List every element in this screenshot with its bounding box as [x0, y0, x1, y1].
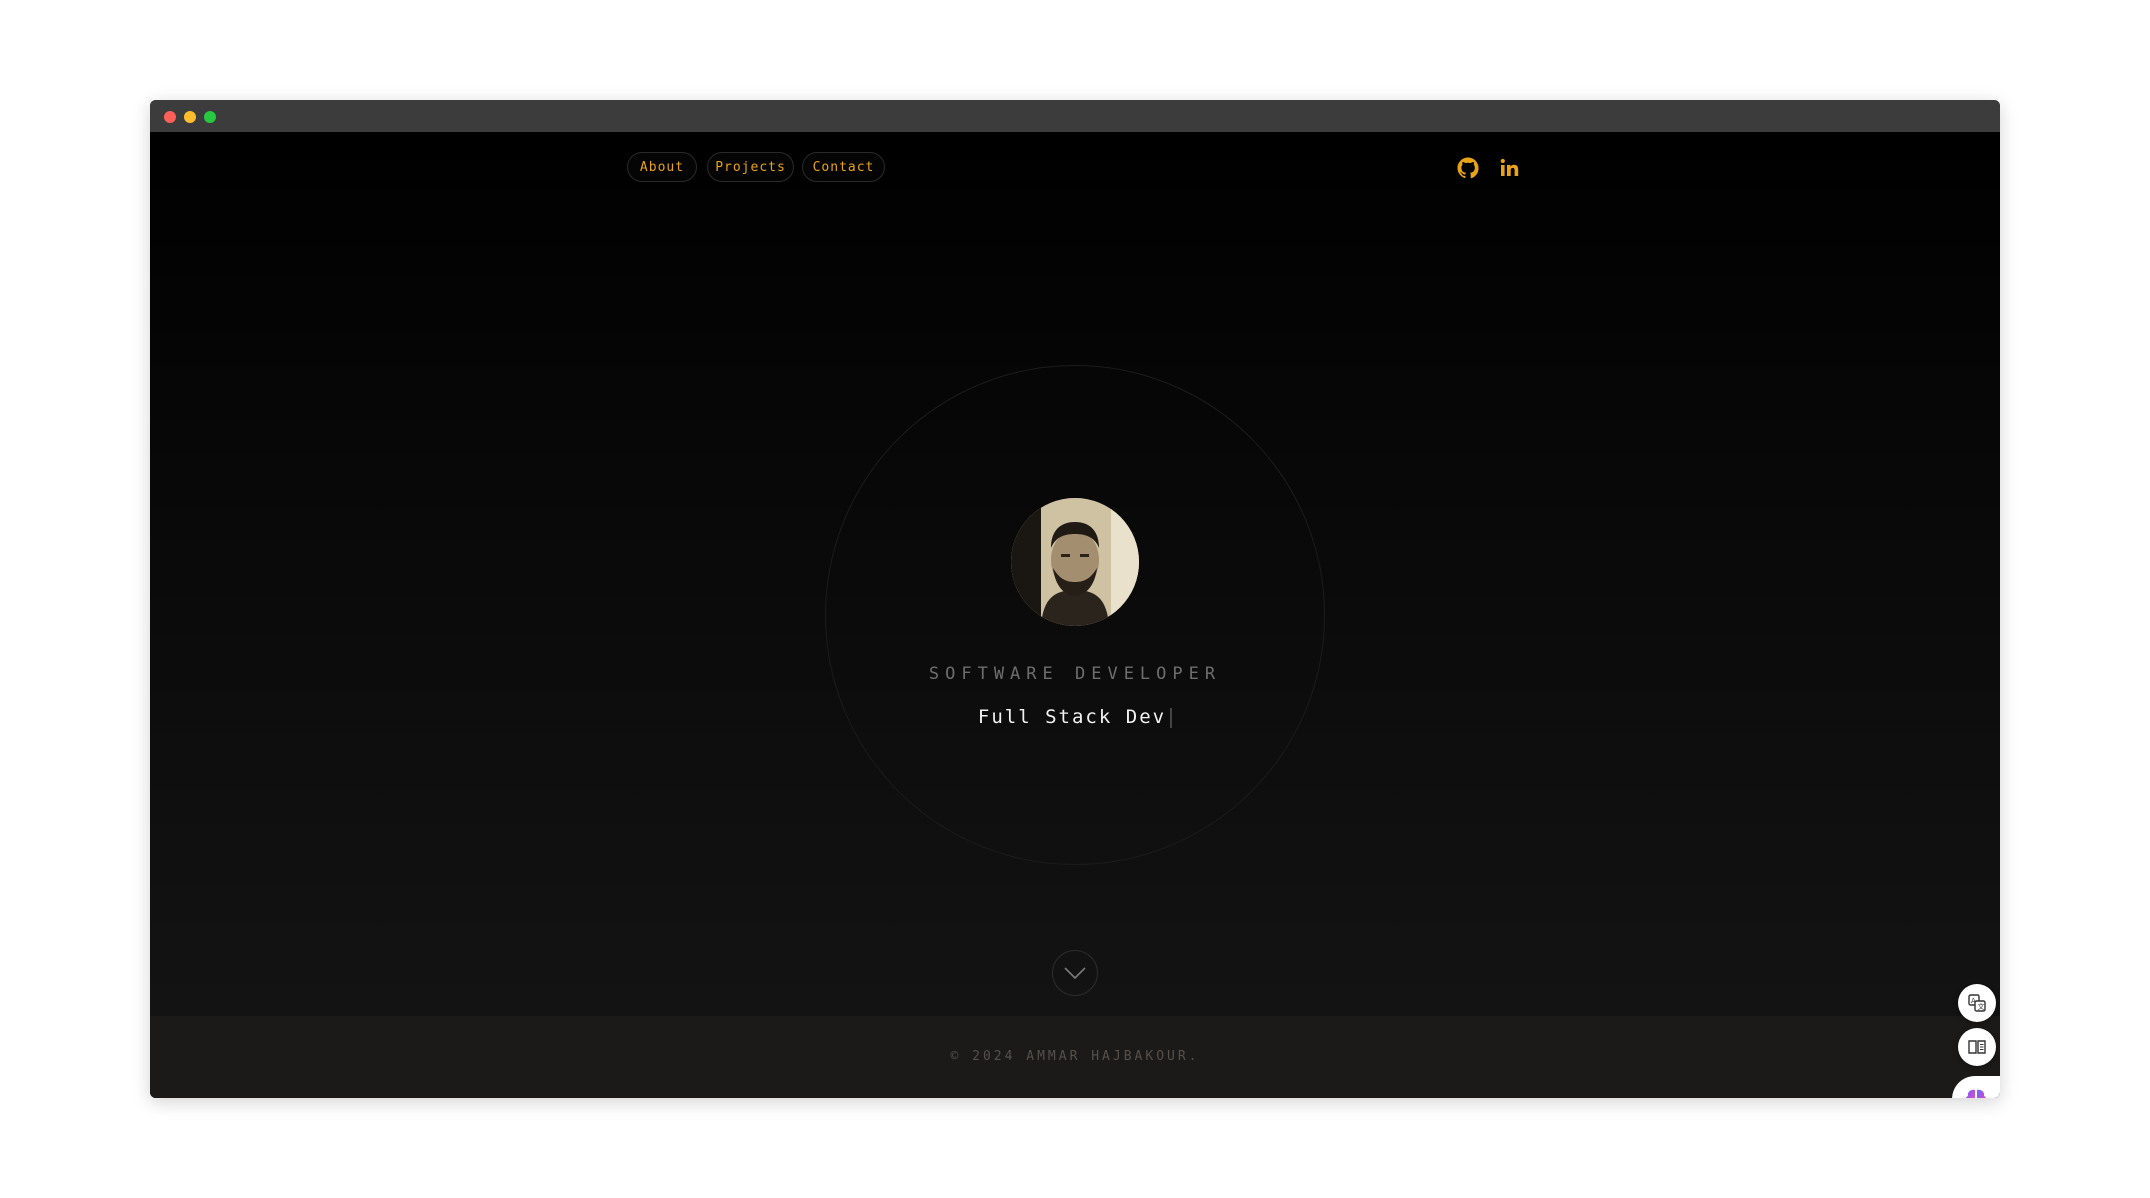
brain-icon — [1966, 1089, 1986, 1098]
minimize-window-button[interactable] — [184, 111, 196, 123]
footer: © 2024 AMMAR HAJBAKOUR. — [150, 1016, 2000, 1098]
nav-contact-link[interactable]: Contact — [802, 152, 885, 182]
typing-caret — [1170, 707, 1173, 728]
portfolio-page: About Projects Contact SOFTWARE DEVELOPE… — [150, 132, 2000, 1098]
hero-role: SOFTWARE DEVELOPER — [928, 664, 1222, 684]
linkedin-icon[interactable] — [1498, 156, 1522, 180]
typing-text-value: Full Stack Dev — [977, 706, 1167, 728]
scroll-down-button[interactable] — [1052, 950, 1098, 996]
chevron-down-icon — [1064, 967, 1086, 980]
nav-projects-link[interactable]: Projects — [707, 152, 794, 182]
footer-copyright: © 2024 AMMAR HAJBAKOUR. — [950, 1049, 1200, 1064]
browser-window: About Projects Contact SOFTWARE DEVELOPE… — [150, 100, 2000, 1098]
book-icon — [1968, 1040, 1986, 1054]
window-titlebar — [150, 100, 2000, 132]
profile-photo — [1011, 498, 1139, 626]
svg-text:A: A — [1971, 997, 1976, 1005]
translate-icon: A 文 — [1968, 994, 1986, 1012]
github-icon[interactable] — [1456, 156, 1480, 180]
svg-text:文: 文 — [1978, 1002, 1985, 1011]
maximize-window-button[interactable] — [204, 111, 216, 123]
hero-typing-text: Full Stack Dev — [150, 706, 2000, 728]
reader-button[interactable] — [1958, 1028, 1996, 1066]
translate-button[interactable]: A 文 — [1958, 984, 1996, 1022]
nav-about-link[interactable]: About — [627, 152, 697, 182]
close-window-button[interactable] — [164, 111, 176, 123]
